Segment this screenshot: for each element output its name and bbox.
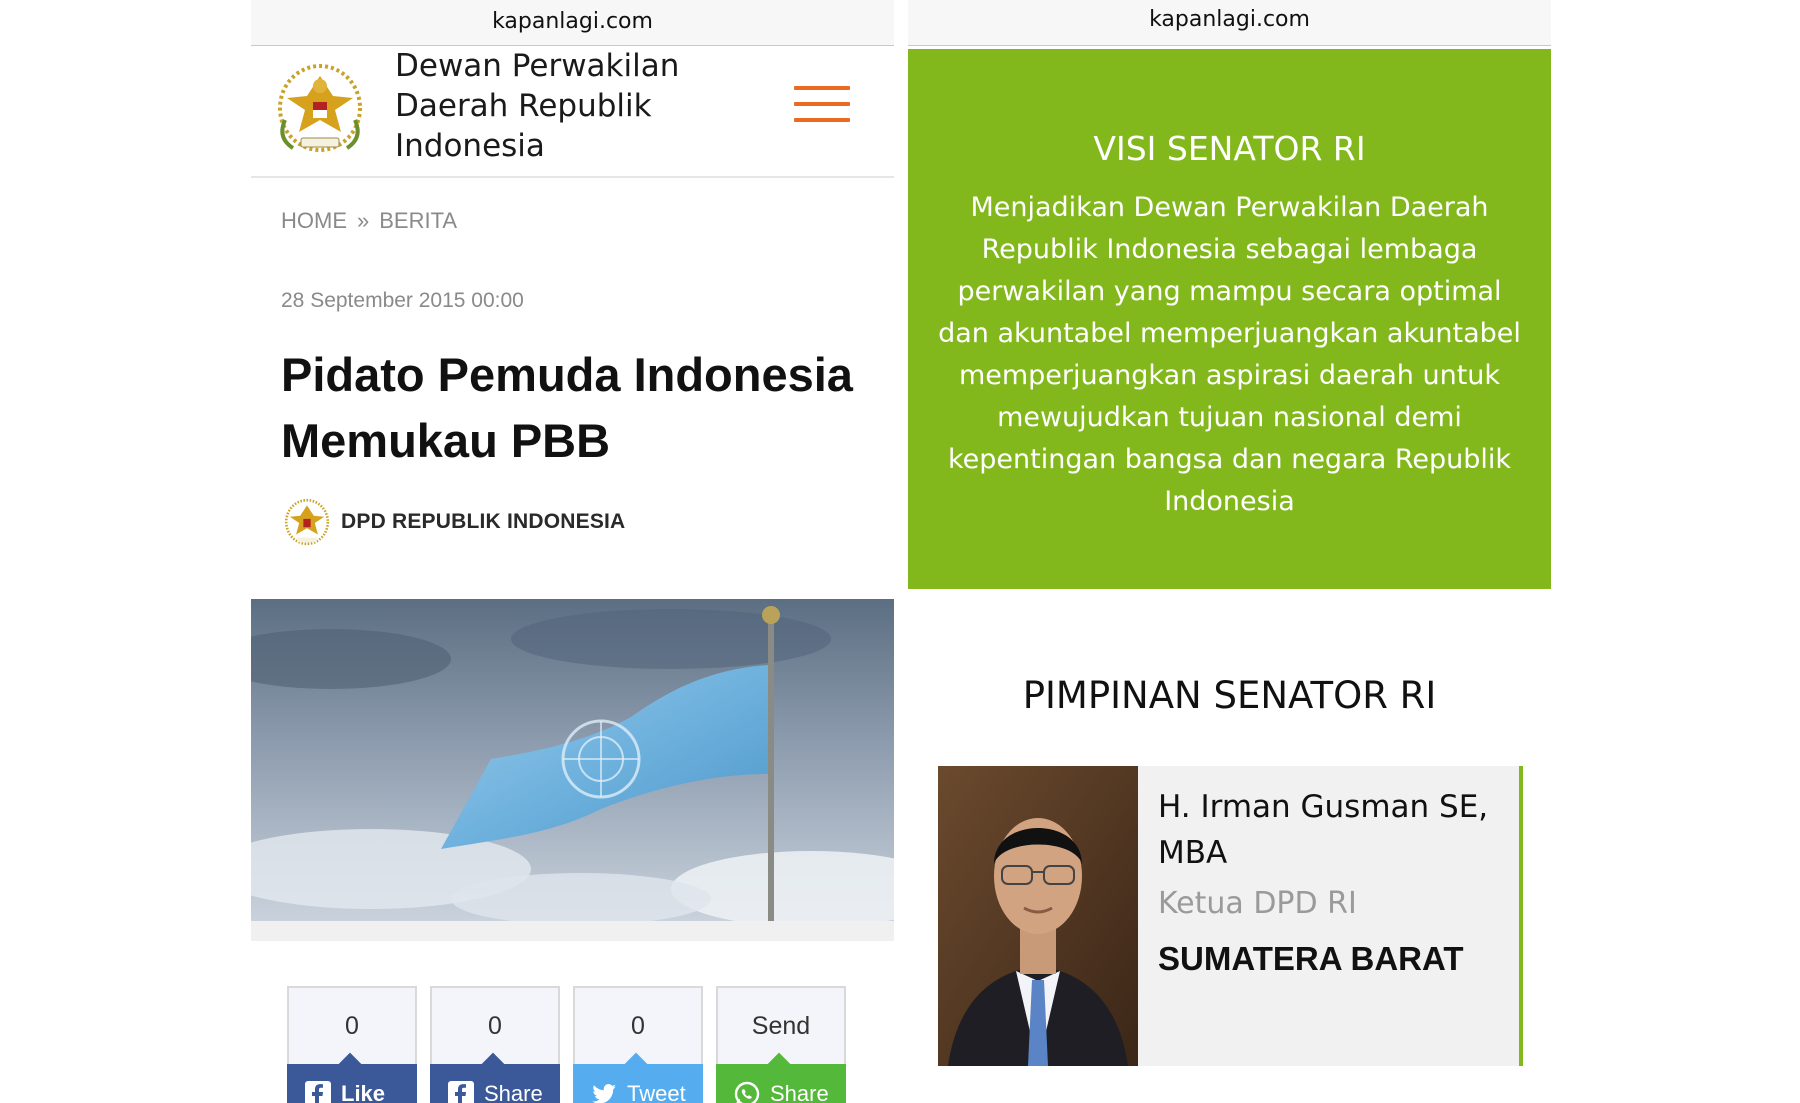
like-count: 0: [289, 988, 415, 1064]
like-label: Like: [341, 1081, 386, 1103]
facebook-share-button[interactable]: 0 Share: [430, 986, 560, 1103]
site-name[interactable]: Dewan Perwakilan Daerah Republik Indones…: [395, 46, 725, 166]
left-screen: kapanlagi.com Dewan Perwakilan Daerah Re…: [251, 0, 894, 1103]
breadcrumb: HOME » BERITA: [281, 208, 457, 234]
whatsapp-share-label: Share: [770, 1081, 829, 1103]
share-count: 0: [432, 988, 558, 1064]
site-header: Dewan Perwakilan Daerah Republik Indones…: [251, 46, 894, 178]
right-screen: kapanlagi.com VISI SENATOR RI Menjadikan…: [908, 0, 1551, 1103]
hamburger-menu-icon[interactable]: [794, 86, 850, 124]
leader-photo[interactable]: [938, 766, 1138, 1066]
article-date: 28 September 2015 00:00: [281, 289, 524, 312]
un-flag-image: [251, 599, 894, 921]
pimpinan-title: PIMPINAN SENATOR RI: [1022, 674, 1437, 717]
breadcrumb-home[interactable]: HOME: [281, 208, 347, 234]
twitter-tweet-button[interactable]: 0 Tweet: [573, 986, 703, 1103]
visi-text: Menjadikan Dewan Perwakilan Daerah Repub…: [938, 192, 1521, 517]
dpd-emblem-icon: [284, 498, 330, 546]
article-hero-image[interactable]: [251, 599, 894, 921]
breadcrumb-berita[interactable]: BERITA: [379, 208, 457, 234]
source-name: DPD REPUBLIK INDONESIA: [341, 510, 626, 533]
leader-region: SUMATERA BARAT: [1158, 940, 1464, 977]
facebook-icon: [448, 1081, 474, 1103]
visi-title: VISI SENATOR RI: [1093, 129, 1366, 168]
twitter-bird-icon: [592, 1084, 616, 1103]
dpd-emblem-logo[interactable]: [273, 58, 367, 158]
visi-section: VISI SENATOR RI Menjadikan Dewan Perwaki…: [908, 49, 1551, 589]
whatsapp-share-button[interactable]: Send Share: [716, 986, 846, 1103]
share-label: Share: [484, 1081, 543, 1103]
whatsapp-icon: [734, 1081, 760, 1103]
breadcrumb-separator: »: [357, 208, 370, 233]
send-label: Send: [718, 988, 844, 1064]
leader-name[interactable]: H. Irman Gusman SE, MBA: [1158, 784, 1508, 876]
facebook-like-button[interactable]: 0 Like: [287, 986, 417, 1103]
url-bar[interactable]: kapanlagi.com: [251, 0, 894, 46]
leader-role: Ketua DPD RI: [1158, 886, 1357, 921]
image-caption-bar: [251, 921, 894, 941]
facebook-icon: [305, 1081, 331, 1103]
article-headline: Pidato Pemuda Indonesia Memukau PBB: [281, 348, 853, 467]
tweet-label: Tweet: [627, 1081, 686, 1103]
leader-portrait-image: [938, 766, 1138, 1066]
url-bar[interactable]: kapanlagi.com: [908, 0, 1551, 46]
share-buttons: 0 Like 0 Share 0 Tweet Send Share: [287, 986, 846, 1103]
leader-card[interactable]: H. Irman Gusman SE, MBA Ketua DPD RI SUM…: [938, 766, 1523, 1066]
article-source: DPD REPUBLIK INDONESIA: [281, 496, 625, 548]
tweet-count: 0: [575, 988, 701, 1064]
